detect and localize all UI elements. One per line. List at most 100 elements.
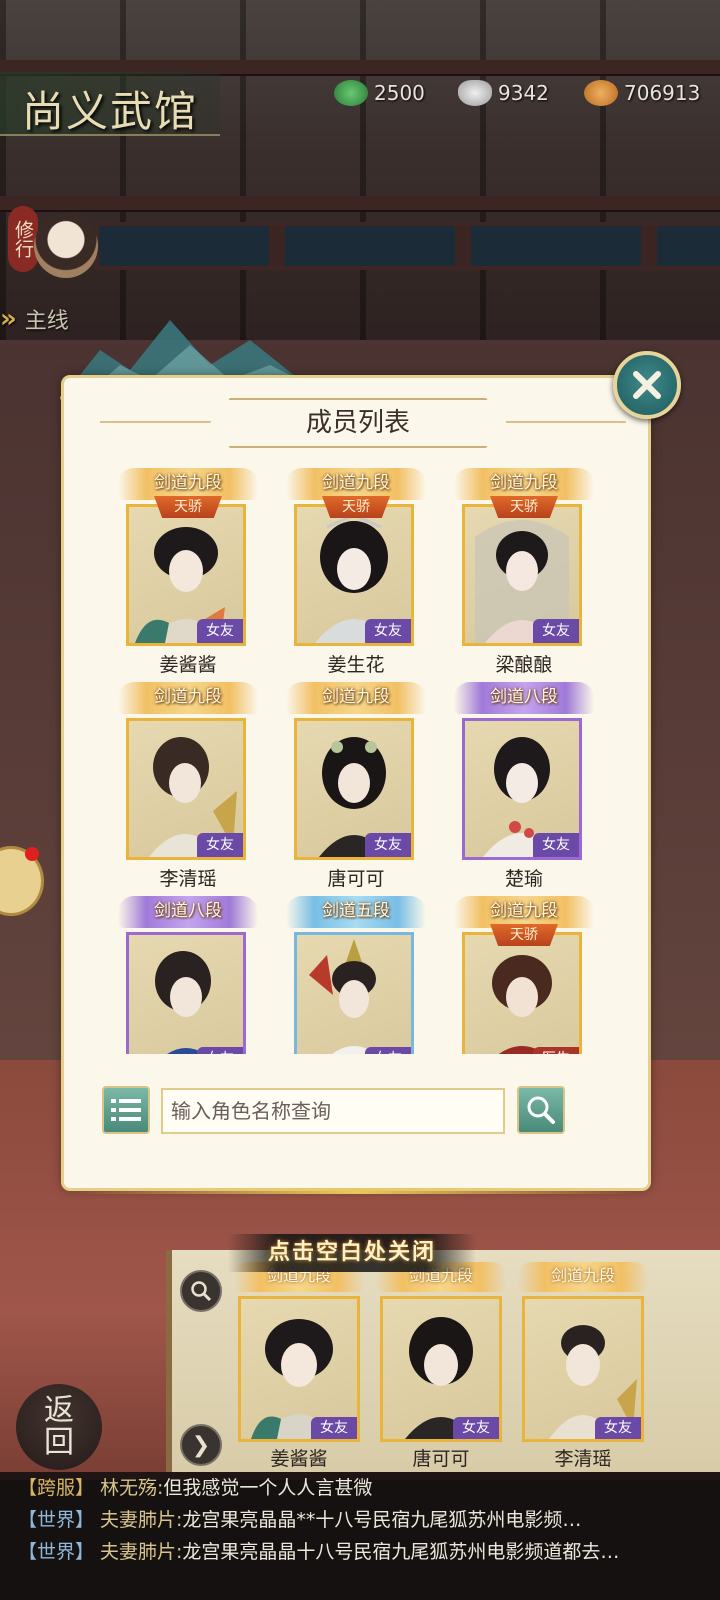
member-card[interactable]: 剑道九段 女友 李清瑶 [118,680,258,900]
portrait-frame: 女友 [126,718,246,860]
character-name: 姜酱酱 [159,654,217,676]
portrait-frame: 女友 [294,504,414,646]
character-name: 姜生花 [327,654,385,676]
portrait-frame: 女友 [462,504,582,646]
search-icon [191,1281,212,1302]
portrait-frame: 女友 [294,932,414,1054]
member-card[interactable]: 剑道五段 女友 [286,894,426,1054]
ceiling-beam [0,196,720,210]
title-divider [506,421,626,423]
character-portrait [155,951,211,1054]
rank-label: 剑道九段 [454,468,594,500]
relation-tag: 女友 [311,1417,357,1439]
list-icon [111,1099,141,1121]
chat-text: 龙宫果亮晶晶**十八号民宿九尾狐苏州电影频… [182,1509,582,1531]
back-label: 回 [44,1425,74,1460]
chat-message: 【世界】 夫妻肺片:龙宫果亮晶晶**十八号民宿九尾狐苏州电影频… [18,1504,581,1536]
prodigy-badge: 天骄 [322,496,390,518]
mainline-quest-button[interactable]: » 主线 [0,302,69,336]
chat-channel: 【世界】 [18,1541,95,1563]
rank-label: 剑道八段 [454,682,594,714]
character-search-input[interactable] [161,1088,505,1134]
dialog-title: 成员列表 [305,408,410,438]
member-card[interactable]: 剑道八段 女友 [118,894,258,1054]
character-name: 李清瑶 [554,1448,612,1470]
jade-coin-icon [334,80,368,106]
roster-card[interactable]: 剑道九段 女友 唐可可 [376,1262,506,1470]
training-button[interactable]: 修行 [8,206,38,272]
portrait-frame: 女友 [380,1296,502,1442]
hall-title-plate: 尚义武馆 [0,72,220,136]
rank-label: 剑道九段 [454,896,594,928]
search-button[interactable] [517,1086,565,1134]
portrait-frame: 女友 [126,504,246,646]
tap-outside-to-close-hint: 点击空白处关闭 [228,1234,476,1272]
resource-silver[interactable]: 9342 [458,78,549,108]
relation-tag: 女友 [197,1047,243,1054]
roster-search-button[interactable] [180,1270,222,1312]
resource-copper[interactable]: 706913 [584,78,700,108]
roster-card[interactable]: 剑道九段 女友 姜酱酱 [234,1262,364,1470]
chat-text: 但我感觉一个人人言甚微 [163,1477,373,1499]
resource-jade[interactable]: 2500 [334,78,425,108]
portrait-frame: 医生 [462,932,582,1054]
chat-log[interactable]: 【跨服】 林无殇:但我感觉一个人人言甚微 【世界】 夫妻肺片:龙宫果亮晶晶**十八号… [0,1472,720,1600]
portrait-frame: 女友 [238,1296,360,1442]
chat-message: 【世界】 夫妻肺片:龙宫果亮晶晶十八号民宿九尾狐苏州电影频道都去… [18,1536,619,1568]
copper-coin-icon [584,80,618,106]
member-card[interactable]: 剑道九段 女友 天骄 梁酿酿 [454,466,594,686]
hall-title: 尚义武馆 [22,87,199,136]
relation-tag: 女友 [595,1417,641,1439]
portrait-frame: 女友 [126,932,246,1054]
notification-dot [25,847,39,861]
character-name: 唐可可 [412,1448,470,1470]
training-label: 修行 [12,220,34,258]
chat-sender: 夫妻肺片: [100,1541,183,1563]
character-portrait [309,939,376,1054]
character-portrait [492,955,552,1054]
portrait-frame: 女友 [462,718,582,860]
rank-label: 剑道九段 [118,468,258,500]
member-card[interactable]: 剑道九段 女友 天骄 姜生花 [286,466,426,686]
search-icon [527,1096,555,1124]
chat-channel: 【跨服】 [18,1477,95,1499]
rank-label: 剑道九段 [518,1262,648,1292]
resource-value: 706913 [624,81,701,105]
dialog-title-plate: 成员列表 [210,398,506,448]
title-divider [100,421,220,423]
chat-sender: 林无殇: [100,1477,164,1499]
chevron-right-icon: ❯ [191,1432,211,1458]
chat-message: 【跨服】 林无殇:但我感觉一个人人言甚微 [18,1472,372,1504]
resource-value: 2500 [374,81,425,105]
member-card[interactable]: 剑道九段 女友 唐可可 [286,680,426,900]
roster-card[interactable]: 剑道九段 女友 李清瑶 [518,1262,648,1470]
window-lattice [95,222,720,270]
character-avatar[interactable] [34,214,98,278]
rank-label: 剑道八段 [118,896,258,928]
rank-label: 剑道九段 [286,682,426,714]
back-button[interactable]: 返 回 [16,1384,102,1470]
character-name: 楚瑜 [504,868,543,890]
character-name: 姜酱酱 [270,1448,328,1470]
rank-label: 剑道九段 [118,682,258,714]
double-chevron-icon: » [0,304,17,334]
roster-next-button[interactable]: ❯ [180,1424,222,1466]
ceiling [0,0,720,360]
member-grid[interactable]: 剑道九段 女友 天骄 姜酱酱 剑道九段 女友 天骄 姜生花 剑道九段 女友 天骄… [64,460,648,1054]
close-icon [633,371,661,399]
relation-tag: 医生 [533,1047,579,1054]
silver-ingot-icon [458,80,492,106]
member-card[interactable]: 剑道八段 女友 楚瑜 [454,680,594,900]
relation-tag: 女友 [197,833,243,857]
close-button[interactable] [613,351,681,419]
list-filter-button[interactable] [102,1086,150,1134]
character-name: 李清瑶 [159,868,217,890]
member-card[interactable]: 剑道九段 医生 天骄 [454,894,594,1054]
relation-tag: 女友 [197,619,243,643]
member-card[interactable]: 剑道九段 女友 天骄 姜酱酱 [118,466,258,686]
back-label: 返 [44,1393,74,1428]
relation-tag: 女友 [365,619,411,643]
rank-label: 剑道五段 [286,896,426,928]
character-name: 梁酿酿 [495,654,553,676]
portrait-frame: 女友 [522,1296,644,1442]
